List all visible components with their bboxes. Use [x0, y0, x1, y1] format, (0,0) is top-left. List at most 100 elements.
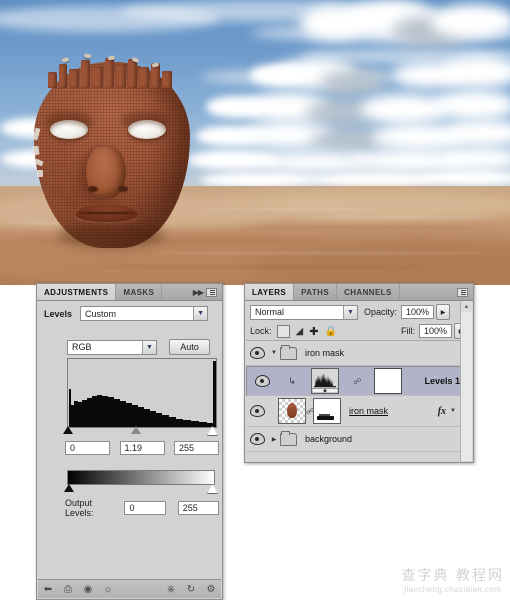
input-levels-slider[interactable] — [63, 426, 218, 436]
tab-masks[interactable]: MASKS — [116, 284, 163, 300]
layer-effects-badge[interactable]: fx — [438, 406, 446, 417]
tab-adjustments[interactable]: ADJUSTMENTS — [37, 284, 117, 300]
black-output-marker[interactable] — [64, 484, 74, 492]
preset-value: Custom — [85, 308, 117, 319]
lock-image-pixels-icon[interactable]: ◢ — [296, 326, 304, 337]
watermark: 查字典 教程网 jiaocheng.chazidian.com — [402, 565, 504, 594]
levels-title: Levels — [44, 308, 73, 319]
eye-icon — [254, 375, 270, 387]
fill-label: Fill: — [401, 326, 415, 336]
gamma-input-field[interactable]: 1.19 — [119, 441, 165, 455]
layer-visibility-toggle[interactable] — [251, 375, 273, 387]
mask-eye-right — [128, 120, 166, 139]
delete-adjustment-layer-icon[interactable]: ⚙ — [201, 580, 221, 598]
black-input-marker[interactable] — [63, 426, 73, 434]
channel-dropdown[interactable]: RGB ▼ — [67, 339, 157, 355]
layer-visibility-toggle[interactable] — [246, 405, 268, 417]
histogram-thumb-icon — [312, 369, 339, 393]
chevron-down-icon[interactable]: ▼ — [450, 408, 456, 414]
double-chevron-right-icon[interactable]: ▶▶ — [193, 288, 204, 297]
mask-eye-left — [50, 120, 88, 139]
tab-channels[interactable]: CHANNELS — [337, 284, 400, 300]
table-row[interactable]: ☍ iron mask fx ▼ — [246, 396, 461, 427]
adjustments-panel[interactable]: ADJUSTMENTS MASKS ▶▶ Levels Custom ▼ RGB… — [36, 283, 223, 600]
white-input-field[interactable]: 255 — [174, 441, 219, 455]
table-row[interactable]: ↳ ☍ Levels 1 — [246, 366, 461, 396]
adjustments-bottom-toolbar: ⬅ ⎙ ◉ ☼ ⎈ ↻ ⚙ — [38, 579, 221, 598]
folder-icon — [280, 430, 297, 446]
layer-name[interactable]: Levels 1 — [424, 376, 460, 386]
output-levels-slider[interactable] — [64, 484, 218, 494]
adjustments-tabbar: ADJUSTMENTS MASKS ▶▶ — [37, 284, 222, 301]
blend-mode-dropdown[interactable]: Normal ▼ — [250, 304, 358, 320]
link-mask-icon[interactable]: ☍ — [306, 407, 314, 416]
opacity-scrubber-icon[interactable]: ▶ — [436, 304, 451, 320]
layer-thumbnail[interactable] — [278, 398, 306, 424]
black-input-field[interactable]: 0 — [65, 441, 110, 455]
folder-icon — [280, 344, 297, 360]
clipping-mask-icon: ↳ — [288, 375, 296, 386]
tab-paths[interactable]: PATHS — [294, 284, 338, 300]
table-row[interactable]: ▶ background — [246, 427, 461, 452]
adjustments-panel-controls: ▶▶ — [188, 284, 222, 300]
channel-value: RGB — [72, 342, 92, 352]
gamma-input-marker[interactable] — [131, 426, 141, 434]
output-levels-label: Output Levels: — [65, 498, 94, 518]
toggle-layer-visibility-icon[interactable]: ◉ — [78, 580, 98, 598]
layer-name[interactable]: iron mask — [349, 406, 388, 416]
black-output-field[interactable]: 0 — [124, 501, 166, 515]
panel-menu-icon[interactable] — [206, 287, 217, 297]
white-output-field[interactable]: 255 — [177, 501, 220, 515]
chevron-down-icon[interactable]: ▼ — [142, 340, 156, 354]
lock-all-icon[interactable]: 🔒 — [324, 326, 336, 337]
adjustment-thumbnail[interactable] — [311, 368, 340, 394]
levels-histogram[interactable] — [67, 358, 217, 428]
tabbar-filler — [162, 284, 187, 300]
layer-name[interactable]: iron mask — [305, 348, 344, 358]
panel-menu-icon[interactable] — [457, 287, 468, 297]
layers-tabbar: LAYERS PATHS CHANNELS — [245, 284, 473, 301]
eye-icon — [249, 433, 265, 445]
iron-mask-subject — [24, 53, 200, 254]
white-output-marker[interactable] — [207, 484, 218, 494]
layer-mask-thumbnail[interactable] — [374, 368, 403, 394]
preview-eye-icon[interactable]: ☼ — [98, 580, 118, 598]
layer-name[interactable]: background — [305, 434, 352, 444]
eye-icon — [249, 405, 265, 417]
mask-crown-spikes — [46, 53, 178, 88]
eye-icon — [249, 347, 265, 359]
chevron-up-icon[interactable]: ▲ — [461, 301, 472, 312]
return-to-adjustment-list-icon[interactable]: ⬅ — [38, 580, 58, 598]
reset-previous-state-icon[interactable]: ⎈ — [161, 580, 181, 598]
preset-dropdown[interactable]: Custom ▼ — [80, 306, 209, 321]
fill-field[interactable]: 100% — [419, 324, 452, 338]
watermark-cn: 查字典 教程网 — [401, 568, 504, 584]
output-levels-ramp[interactable] — [67, 470, 215, 485]
chevron-down-icon[interactable]: ▼ — [343, 305, 357, 319]
watermark-en: jiaocheng.chazidian.com — [404, 585, 502, 594]
lock-label: Lock: — [250, 326, 272, 336]
layers-panel[interactable]: LAYERS PATHS CHANNELS Normal ▼ Opacity: … — [244, 283, 474, 463]
blend-mode-value: Normal — [255, 307, 285, 317]
chevron-down-icon[interactable]: ▼ — [268, 350, 280, 356]
photo-composite — [0, 0, 510, 285]
chevron-right-icon[interactable]: ▶ — [268, 436, 280, 443]
link-mask-icon[interactable]: ☍ — [353, 377, 361, 386]
lock-transparent-pixels-icon[interactable] — [276, 324, 290, 338]
clip-to-layer-icon[interactable]: ⎙ — [58, 580, 78, 598]
tab-layers[interactable]: LAYERS — [245, 284, 295, 300]
layer-mask-thumbnail[interactable] — [313, 398, 341, 424]
chevron-down-icon[interactable]: ▼ — [193, 307, 208, 320]
layers-scrollbar[interactable]: ▲ — [460, 301, 472, 461]
layer-visibility-toggle[interactable] — [246, 347, 268, 359]
opacity-field[interactable]: 100% — [401, 305, 435, 319]
reset-adjustment-icon[interactable]: ↻ — [181, 580, 201, 598]
layers-list[interactable]: ▼ iron mask ↳ ☍ Levels 1 ☍ iron mask fx … — [246, 340, 461, 461]
table-row[interactable]: ▼ iron mask — [246, 341, 461, 366]
tabbar-filler — [400, 284, 452, 300]
auto-button[interactable]: Auto — [169, 339, 210, 355]
layers-panel-controls — [452, 284, 473, 300]
layer-visibility-toggle[interactable] — [246, 433, 268, 445]
opacity-label: Opacity: — [364, 307, 398, 317]
lock-position-icon[interactable]: ✚ — [309, 325, 318, 338]
